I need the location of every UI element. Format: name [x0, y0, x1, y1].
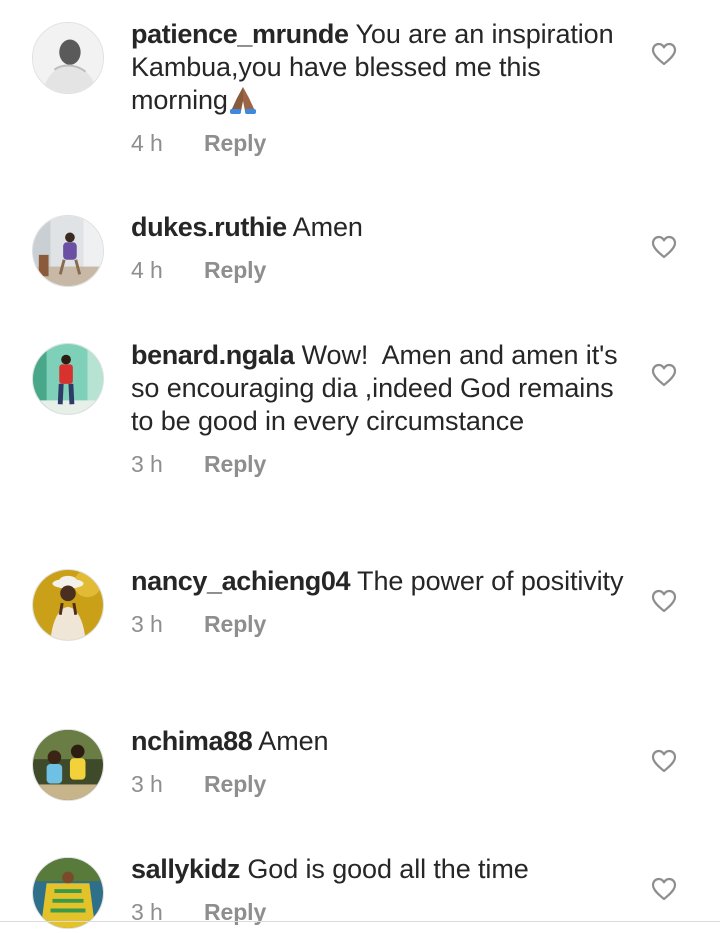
comment-meta: 4 h Reply — [131, 127, 626, 159]
comment-text: Amen — [292, 212, 363, 242]
avatar[interactable] — [32, 569, 104, 641]
like-button[interactable] — [651, 42, 677, 66]
avatar[interactable] — [32, 857, 104, 929]
comment-username[interactable]: sallykidz — [131, 854, 240, 884]
bottom-divider — [0, 921, 720, 922]
comment-username[interactable]: dukes.ruthie — [131, 212, 287, 242]
comment-body: patience_mrunde You are an inspiration K… — [131, 18, 626, 159]
comment-meta: 3 h Reply — [131, 768, 626, 800]
comment-text-block: sallykidz God is good all the time — [131, 853, 626, 886]
avatar[interactable] — [32, 215, 104, 287]
heart-outline-icon — [651, 235, 677, 259]
reply-button[interactable]: Reply — [204, 451, 266, 477]
comment-body: nchima88 Amen 3 h Reply — [131, 725, 626, 800]
comment-text: Amen — [258, 726, 329, 756]
comment-body: nancy_achieng04 The power of positivity … — [131, 565, 626, 640]
comment-body: sallykidz God is good all the time 3 h Re… — [131, 853, 626, 928]
comment-time: 3 h — [131, 771, 163, 797]
comment-meta: 3 h Reply — [131, 896, 626, 928]
reply-button[interactable]: Reply — [204, 771, 266, 797]
comment-text-block: patience_mrunde You are an inspiration K… — [131, 18, 626, 117]
comment-text-block: dukes.ruthie Amen — [131, 211, 626, 244]
avatar[interactable] — [32, 729, 104, 801]
comment-text-block: benard.ngala Wow! Amen and amen it's so … — [131, 339, 626, 438]
comment-body: benard.ngala Wow! Amen and amen it's so … — [131, 339, 626, 480]
comment-meta: 4 h Reply — [131, 254, 626, 286]
heart-outline-icon — [651, 589, 677, 613]
avatar[interactable] — [32, 343, 104, 415]
reply-button[interactable]: Reply — [204, 130, 266, 156]
comment-text-block: nchima88 Amen — [131, 725, 626, 758]
folded-hands-emoji-icon — [228, 84, 258, 114]
like-button[interactable] — [651, 363, 677, 387]
comment-username[interactable]: nancy_achieng04 — [131, 566, 351, 596]
comment-text: God is good all the time — [247, 854, 529, 884]
comment-text-block: nancy_achieng04 The power of positivity — [131, 565, 626, 598]
comment-time: 3 h — [131, 451, 163, 477]
comment-time: 3 h — [131, 611, 163, 637]
heart-outline-icon — [651, 363, 677, 387]
like-button[interactable] — [651, 749, 677, 773]
like-button[interactable] — [651, 589, 677, 613]
avatar[interactable] — [32, 22, 104, 94]
heart-outline-icon — [651, 877, 677, 901]
like-button[interactable] — [651, 235, 677, 259]
comment-text: The power of positivity — [357, 566, 624, 596]
comment-time: 4 h — [131, 257, 163, 283]
comment-body: dukes.ruthie Amen 4 h Reply — [131, 211, 626, 286]
comment-meta: 3 h Reply — [131, 608, 626, 640]
heart-outline-icon — [651, 749, 677, 773]
comment-username[interactable]: benard.ngala — [131, 340, 295, 370]
comment-username[interactable]: patience_mrunde — [131, 19, 349, 49]
reply-button[interactable]: Reply — [204, 611, 266, 637]
heart-outline-icon — [651, 42, 677, 66]
like-button[interactable] — [651, 877, 677, 901]
comment-username[interactable]: nchima88 — [131, 726, 253, 756]
comment-time: 3 h — [131, 899, 163, 925]
comment-meta: 3 h Reply — [131, 448, 626, 480]
comment-time: 4 h — [131, 130, 163, 156]
reply-button[interactable]: Reply — [204, 257, 266, 283]
